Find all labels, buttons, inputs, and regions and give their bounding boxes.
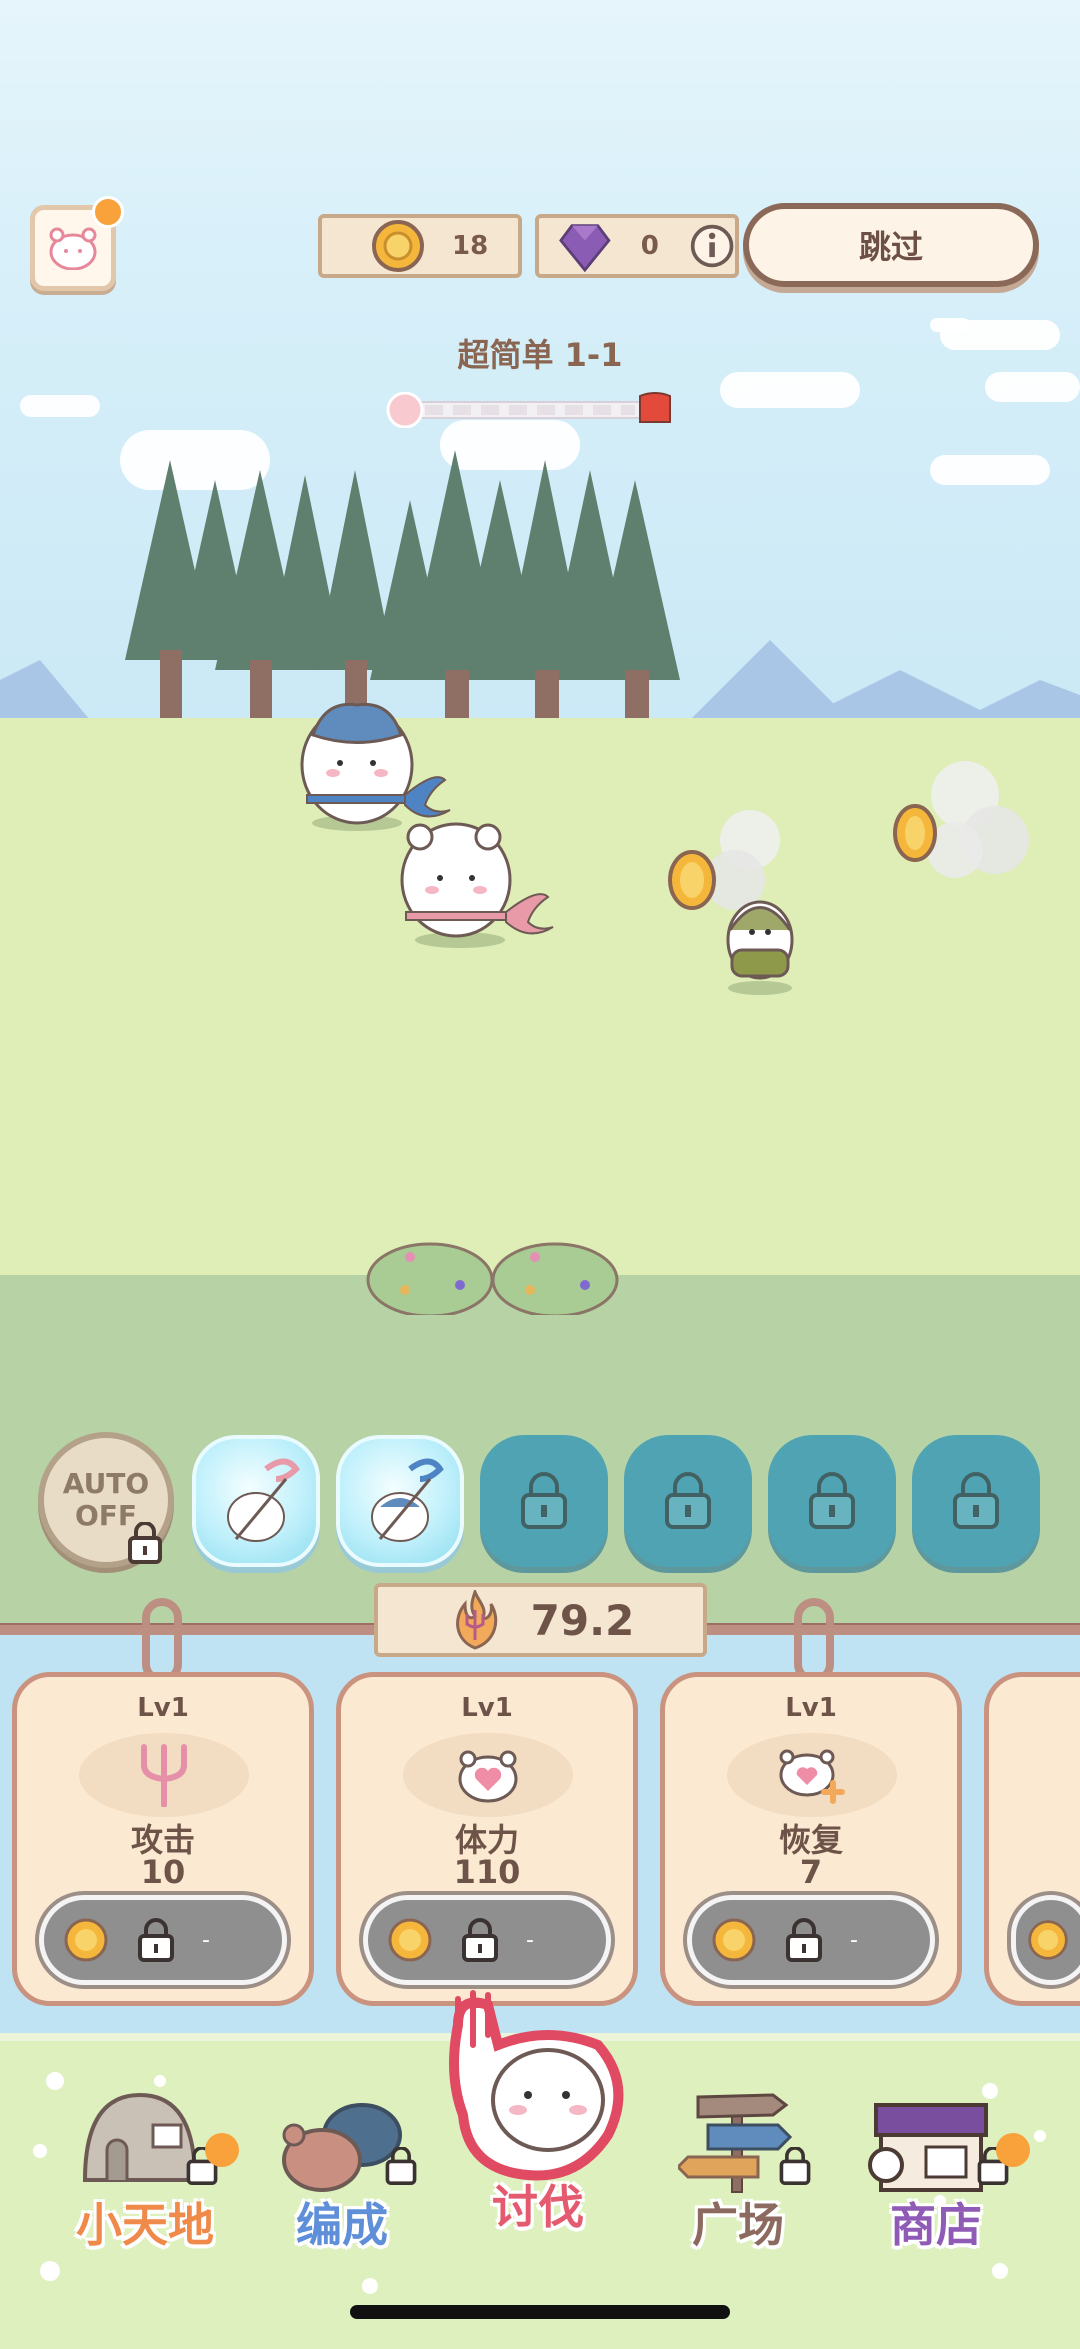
gold-amount: 18 xyxy=(452,231,489,261)
nav-formation[interactable]: 编成 xyxy=(242,2065,442,2255)
home-indicator[interactable] xyxy=(350,2305,730,2319)
nav-battle-label: 讨伐 xyxy=(492,2180,584,2234)
nav-plaza[interactable]: 广场 xyxy=(638,2065,838,2255)
gold-counter: 18 xyxy=(318,214,522,278)
lock-icon xyxy=(385,2147,417,2185)
upgrade-level: Lv1 xyxy=(785,1693,837,1723)
gem-counter: 0 xyxy=(535,214,739,278)
upgrade-card-stamina: Lv1 体力 110 - xyxy=(336,1672,638,2006)
hachiware-skill-icon xyxy=(371,1458,444,1542)
attack-icon-frame xyxy=(79,1733,249,1817)
skill-slot-locked xyxy=(480,1435,608,1567)
lock-icon xyxy=(521,1472,567,1529)
nav-shop-label: 商店 xyxy=(890,2198,982,2252)
upgrade-card-partial[interactable] xyxy=(984,1672,1080,2006)
upgrade-card-recovery: Lv1 恢复 7 - xyxy=(660,1672,962,2006)
lock-icon xyxy=(665,1472,711,1529)
boss-alarm-icon xyxy=(639,392,671,423)
chiikawa-battle-icon xyxy=(449,1990,624,2181)
lock-icon xyxy=(953,1472,999,1529)
nav-shop[interactable]: 商店 xyxy=(836,2065,1036,2255)
notification-dot xyxy=(205,2133,239,2167)
nav-home[interactable]: 小天地 xyxy=(45,2065,245,2255)
trident-icon xyxy=(141,1744,187,1807)
lock-icon xyxy=(462,1918,498,1962)
power-display: 79.2 xyxy=(374,1583,707,1657)
upgrade-value: 10 xyxy=(140,1853,186,1891)
upgrade-card-attack: Lv1 攻击 10 - xyxy=(12,1672,314,2006)
upgrade-stamina-button[interactable]: - xyxy=(363,1895,611,1985)
upgrade-level: Lv1 xyxy=(137,1693,189,1723)
upgrade-recovery-button[interactable]: - xyxy=(687,1895,935,1985)
coin-icon xyxy=(712,1918,756,1962)
skill-slot-locked xyxy=(912,1435,1040,1567)
power-value: 79.2 xyxy=(530,1595,635,1645)
chiikawa-skill-icon xyxy=(227,1458,300,1542)
recovery-icon-frame xyxy=(727,1733,897,1817)
skill-slot-hachiware[interactable] xyxy=(336,1435,464,1567)
upgrade-cost: - xyxy=(202,1927,210,1953)
coin-icon xyxy=(64,1918,108,1962)
lock-icon xyxy=(809,1472,855,1529)
enemy-with-coin xyxy=(668,810,794,995)
nav-home-label: 小天地 xyxy=(76,2198,214,2252)
chiikawa-face-icon xyxy=(49,227,97,270)
nav-formation-label: 编成 xyxy=(296,2198,388,2252)
upgrade-value: 110 xyxy=(453,1853,521,1891)
auto-label: AUTO xyxy=(62,1467,150,1500)
gem-amount: 0 xyxy=(640,231,659,261)
upgrade-level: Lv1 xyxy=(461,1693,513,1723)
gem-icon xyxy=(559,224,611,273)
coin-icon xyxy=(388,1918,432,1962)
lock-icon xyxy=(138,1918,174,1962)
lock-icon xyxy=(779,2147,811,2185)
stage-progress-bar xyxy=(386,392,671,428)
forest xyxy=(125,450,680,720)
nav-plaza-label: 广场 xyxy=(692,2198,784,2252)
info-icon[interactable] xyxy=(689,221,735,271)
lock-icon xyxy=(786,1918,822,1962)
notification-dot xyxy=(92,196,124,228)
lock-icon xyxy=(128,1522,162,1564)
enemy-smoke-coin xyxy=(893,761,1029,878)
player-marker-icon xyxy=(386,392,424,428)
skill-slot-chiikawa[interactable] xyxy=(192,1435,320,1567)
nav-battle[interactable]: 讨伐 xyxy=(438,1985,638,2255)
coin-icon xyxy=(1028,1920,1068,1960)
skip-button[interactable]: 跳过 xyxy=(743,203,1039,287)
chiikawa-character xyxy=(400,822,554,948)
upgrade-attack-button[interactable]: - xyxy=(39,1895,287,1985)
upgrade-value: 7 xyxy=(799,1853,823,1891)
skill-slot-locked xyxy=(768,1435,896,1567)
power-trident-icon xyxy=(455,1590,497,1650)
notification-dot xyxy=(996,2133,1030,2167)
heart-bear-icon xyxy=(458,1750,518,1803)
upgrade-partial-button[interactable] xyxy=(1011,1895,1080,1985)
stamina-icon-frame xyxy=(403,1733,573,1817)
upgrade-cost: - xyxy=(526,1927,534,1953)
bushes xyxy=(366,1242,619,1315)
stage-title: 超简单 1-1 xyxy=(457,336,623,374)
coin-icon xyxy=(372,220,424,272)
upgrade-cost: - xyxy=(850,1927,858,1953)
skill-slot-locked xyxy=(624,1435,752,1567)
heart-plus-icon xyxy=(779,1749,845,1804)
